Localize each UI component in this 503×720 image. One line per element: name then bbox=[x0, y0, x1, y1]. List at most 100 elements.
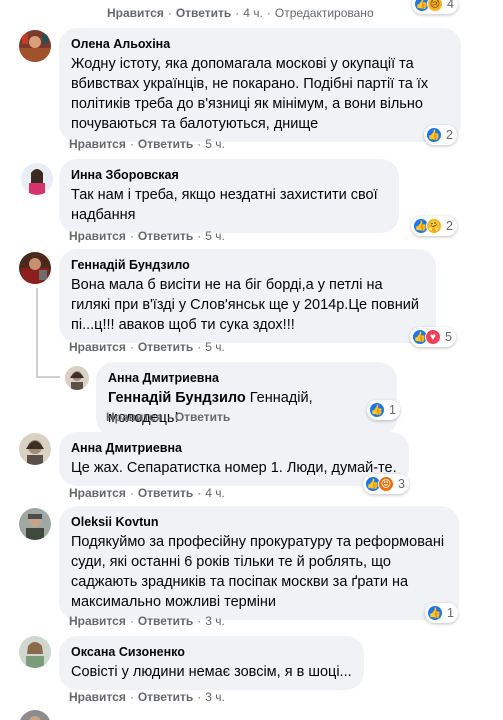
previous-comment-actions: Нравится · Ответить · 4 ч. · Отредактировано bbox=[107, 6, 374, 20]
comment-bubble: Оксана Сизоненко Совісті у людини немає … bbox=[59, 636, 364, 690]
reaction-count: 4 bbox=[447, 0, 454, 11]
angry-icon: 😡 bbox=[378, 476, 394, 492]
comment-time: 5 ч. bbox=[205, 340, 225, 354]
comment-bubble: Геннадій Бундзило Вона мала б висіти не … bbox=[59, 249, 436, 343]
separator-dot: · bbox=[167, 6, 172, 20]
like-link[interactable]: Нравится bbox=[69, 137, 126, 151]
reaction-count: 1 bbox=[389, 403, 396, 417]
like-link[interactable]: Нравится bbox=[69, 614, 126, 628]
reaction-count: 1 bbox=[447, 606, 454, 620]
reaction-count: 2 bbox=[446, 128, 453, 142]
reply-connector bbox=[36, 376, 60, 378]
reply-link[interactable]: Ответить bbox=[175, 410, 230, 424]
care-icon: 🤗 bbox=[426, 218, 442, 234]
comment-time: 3 ч. bbox=[205, 690, 225, 704]
separator-dot: · bbox=[129, 137, 134, 151]
reaction-summary[interactable]: 👍 😡 3 bbox=[363, 474, 409, 494]
comment-text: Совісті у людини немає зовсім, я в шоці.… bbox=[71, 664, 352, 680]
reply-link[interactable]: Ответить bbox=[138, 486, 193, 500]
reply-link[interactable]: Ответить bbox=[138, 137, 193, 151]
avatar[interactable] bbox=[19, 30, 51, 62]
like-icon: 👍 bbox=[426, 127, 442, 143]
edited-label: Отредактировано bbox=[274, 6, 374, 20]
reply-link[interactable]: Ответить bbox=[138, 229, 193, 243]
like-link[interactable]: Нравится bbox=[107, 6, 164, 20]
comment-actions: Нравится · Ответить · 5 ч. bbox=[69, 340, 225, 354]
avatar[interactable] bbox=[19, 508, 51, 540]
comment-time: 3 ч. bbox=[205, 614, 225, 628]
comment-author[interactable]: Анна Дмитриевна bbox=[71, 440, 397, 456]
comment-bubble: Анна Дмитриевна Це жах. Сепаратистка ном… bbox=[59, 432, 409, 486]
reply-thread-line bbox=[36, 288, 38, 378]
avatar[interactable] bbox=[65, 366, 89, 390]
separator-dot: · bbox=[197, 486, 202, 500]
reply-bubble: Анна Дмитриевна Геннадій Бундзило Геннад… bbox=[96, 362, 397, 436]
comment-text: Це жах. Сепаратистка номер 1. Люди, дума… bbox=[71, 460, 397, 476]
like-link[interactable]: Нравится bbox=[69, 690, 126, 704]
comment-author[interactable]: Оксана Сизоненко bbox=[71, 644, 352, 660]
reaction-summary[interactable]: 👍 2 bbox=[424, 125, 457, 145]
separator-dot: · bbox=[129, 229, 134, 243]
comment-time: 4 ч. bbox=[205, 486, 225, 500]
reaction-summary[interactable]: 👍 1 bbox=[425, 603, 458, 623]
comment-author[interactable]: Олена Альохіна bbox=[71, 36, 449, 52]
comment-author[interactable]: Oleksii Kovtun bbox=[71, 514, 447, 530]
separator-dot: · bbox=[129, 486, 134, 500]
reaction-summary[interactable]: 👍 ♥ 5 bbox=[410, 327, 456, 347]
comment-text: Подякуймо за професійну прокуратуру та р… bbox=[71, 534, 445, 610]
separator-dot: · bbox=[197, 229, 202, 243]
reply-link[interactable]: Ответить bbox=[176, 6, 231, 20]
separator-dot: · bbox=[235, 6, 240, 20]
comment-author[interactable]: Инна Зборовская bbox=[71, 167, 387, 183]
comment-text: Жодну істоту, яка допомагала москові у о… bbox=[71, 56, 429, 132]
avatar[interactable] bbox=[19, 252, 51, 284]
comment-actions: Нравится · Ответить · 5 ч. bbox=[69, 137, 225, 151]
comment-actions: Нравится · Ответить · 5 ч. bbox=[69, 229, 225, 243]
separator-dot: · bbox=[197, 690, 202, 704]
reaction-summary[interactable]: 👍 🤗 2 bbox=[411, 216, 457, 236]
like-link[interactable]: Нравится bbox=[106, 410, 163, 424]
comment-time: 5 ч. bbox=[205, 229, 225, 243]
avatar[interactable] bbox=[19, 433, 51, 465]
like-icon: 👍 bbox=[369, 402, 385, 418]
avatar[interactable] bbox=[19, 636, 51, 668]
separator-dot: · bbox=[129, 690, 134, 704]
reply-link[interactable]: Ответить bbox=[138, 690, 193, 704]
comment-actions: Нравится · Ответить · 3 ч. bbox=[69, 614, 225, 628]
comment-time: 5 ч. bbox=[205, 137, 225, 151]
separator-dot: · bbox=[197, 340, 202, 354]
separator-dot: · bbox=[129, 614, 134, 628]
reaction-count: 5 bbox=[445, 330, 452, 344]
like-icon: 👍 bbox=[427, 605, 443, 621]
separator-dot: · bbox=[129, 340, 134, 354]
like-link[interactable]: Нравится bbox=[69, 486, 126, 500]
comment-actions: Нравится · Ответить · 3 ч. bbox=[69, 690, 225, 704]
comment-bubble: Oleksii Kovtun Подякуймо за професійну п… bbox=[59, 506, 459, 620]
like-link[interactable]: Нравится bbox=[69, 340, 126, 354]
love-icon: ♥ bbox=[425, 329, 441, 345]
reaction-count: 2 bbox=[446, 219, 453, 233]
reaction-summary[interactable]: 👍 1 bbox=[367, 400, 400, 420]
comment-actions: Нравится · Ответить bbox=[106, 410, 230, 424]
reply-link[interactable]: Ответить bbox=[138, 340, 193, 354]
comment-time: 4 ч. bbox=[243, 6, 263, 20]
avatar[interactable] bbox=[19, 710, 51, 720]
comment-text: Вона мала б висіти не на біг борді,а у п… bbox=[71, 277, 419, 333]
reaction-summary[interactable]: 👍 😢 4 bbox=[412, 0, 458, 14]
comment-bubble: Олена Альохіна Жодну істоту, яка допомаг… bbox=[59, 28, 461, 142]
separator-dot: · bbox=[166, 410, 171, 424]
reaction-count: 3 bbox=[398, 477, 405, 491]
comment-author[interactable]: Анна Дмитриевна bbox=[108, 370, 385, 386]
comment-author[interactable]: Геннадій Бундзило bbox=[71, 257, 424, 273]
comment-bubble: Инна Зборовская Так нам і треба, якщо не… bbox=[59, 159, 399, 233]
mention-link[interactable]: Геннадій Бундзило bbox=[108, 390, 246, 406]
like-link[interactable]: Нравится bbox=[69, 229, 126, 243]
avatar[interactable] bbox=[21, 163, 53, 195]
comment-text: Так нам і треба, якщо нездатні захистити… bbox=[71, 187, 378, 223]
separator-dot: · bbox=[197, 137, 202, 151]
haha-icon: 😢 bbox=[427, 0, 443, 12]
separator-dot: · bbox=[197, 614, 202, 628]
comment-actions: Нравится · Ответить · 4 ч. bbox=[69, 486, 225, 500]
separator-dot: · bbox=[266, 6, 271, 20]
reply-link[interactable]: Ответить bbox=[138, 614, 193, 628]
